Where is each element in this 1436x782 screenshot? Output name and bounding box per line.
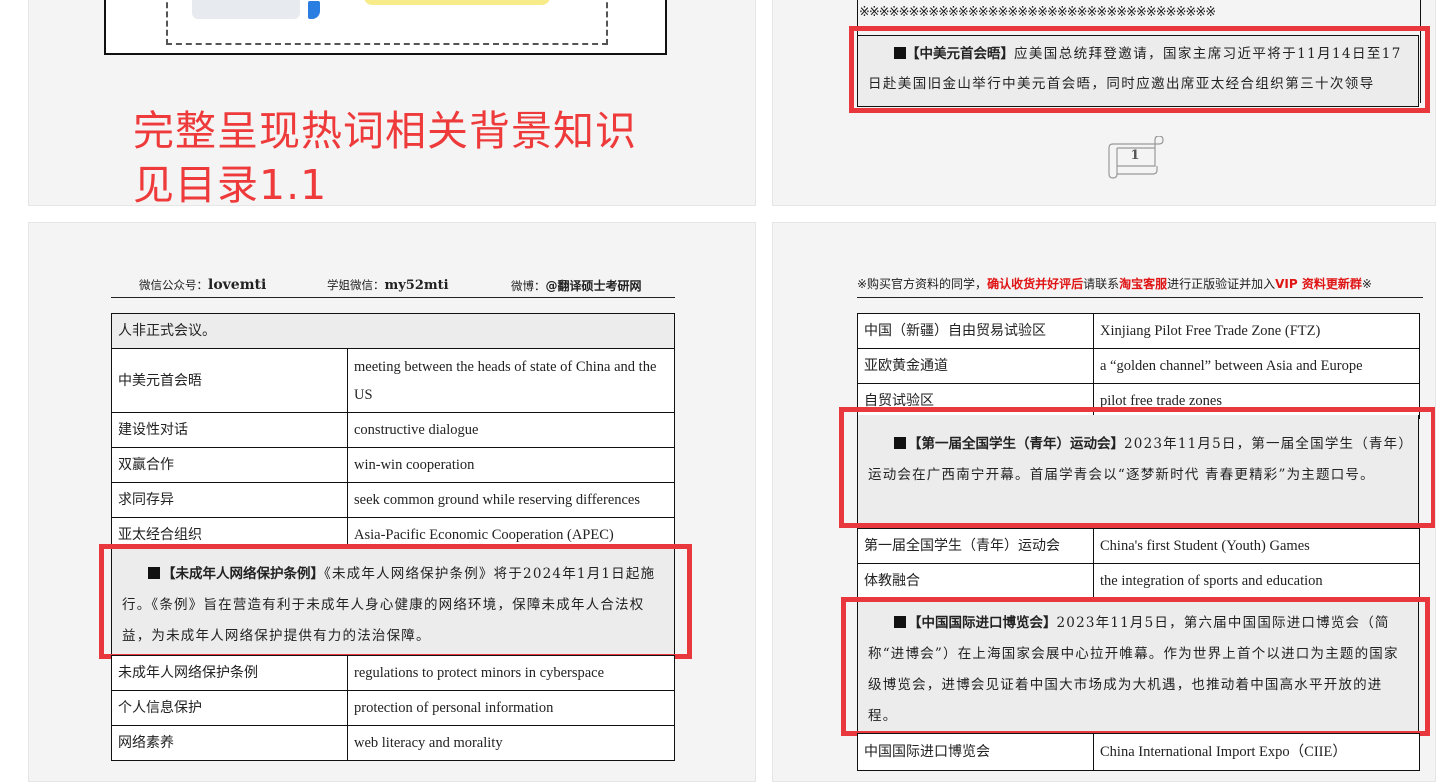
en-term-cell: the integration of sports and education [1093, 563, 1420, 599]
page-bottom-left: 微信公众号：lovemti 学姐微信：my52mti 微博：@翻译硕士考研网 人… [28, 222, 756, 782]
en-term-cell: China's first Student (Youth) Games [1093, 528, 1420, 564]
weibo-label: 微博： [511, 279, 546, 293]
notice-text: 请联系 [1083, 277, 1120, 291]
background-knowledge-note: 完整呈现热词相关背景知识 见目录1.1 [133, 104, 693, 206]
cn-term-cell: 亚欧黄金通道 [857, 348, 1094, 384]
highlight-box [841, 597, 1430, 736]
page-header: 微信公众号：lovemti 学姐微信：my52mti 微博：@翻译硕士考研网 [111, 275, 675, 298]
lead-cell: 人非正式会议。 [111, 313, 675, 349]
cn-term-cell: 求同存异 [111, 482, 348, 518]
en-term-cell: web literacy and morality [347, 725, 675, 761]
cn-term-cell: 第一届全国学生（青年）运动会 [857, 528, 1094, 564]
table-row: 个人信息保护 protection of personal informatio… [111, 690, 675, 726]
en-term-cell: constructive dialogue [347, 412, 675, 448]
en-term-cell: seek common ground while reserving diffe… [347, 482, 675, 518]
table-row: 第一届全国学生（青年）运动会 China's first Student (Yo… [857, 528, 1420, 564]
notice-text: ※ [1361, 277, 1372, 291]
page-bottom-right: ※购买官方资料的同学，确认收货并好评后请联系淘宝客服进行正版验证并加入VIP 资… [772, 222, 1436, 782]
table-row: 亚欧黄金通道 a “golden channel” between Asia a… [857, 348, 1420, 384]
promo-search-button[interactable] [364, 0, 550, 5]
en-term-cell: regulations to protect minors in cybersp… [347, 655, 675, 691]
wechat-value: lovemti [208, 277, 267, 293]
page-number-scroll: 1 [1105, 135, 1165, 180]
glossary-table-c: 中国国际进口博览会 China International Import Exp… [857, 733, 1420, 771]
senior-wechat-label: 学姐微信： [327, 278, 385, 292]
page-number: 1 [1130, 148, 1140, 163]
cn-term-cell: 中国国际进口博览会 [857, 733, 1094, 771]
promo-dashed-frame [166, 0, 608, 45]
table-row: 建设性对话 constructive dialogue [111, 412, 675, 448]
glossary-table-a: 人非正式会议。 中美元首会晤 meeting between the heads… [111, 313, 675, 553]
promo-banner [104, 0, 667, 55]
en-term-cell: protection of personal information [347, 690, 675, 726]
table-row: 求同存异 seek common ground while reserving … [111, 482, 675, 518]
table-row: 中国国际进口博览会 China International Import Exp… [857, 733, 1420, 771]
page-top-left: 完整呈现热词相关背景知识 见目录1.1 [28, 0, 756, 206]
en-term-cell: meeting between the heads of state of Ch… [347, 348, 675, 413]
note-line: 见目录1.1 [133, 161, 328, 206]
cn-term-cell: 个人信息保护 [111, 690, 348, 726]
cn-term-cell: 未成年人网络保护条例 [111, 655, 348, 691]
cn-term-cell: 双赢合作 [111, 447, 348, 483]
notice-highlight: VIP 资料更新群 [1275, 277, 1362, 291]
cn-term-cell: 网络素养 [111, 725, 348, 761]
wechat-label: 微信公众号： [139, 278, 208, 292]
notice-text: 进行正版验证并加入 [1167, 277, 1276, 291]
en-term-cell: win-win cooperation [347, 447, 675, 483]
glossary-table-a: 中国（新疆）自由贸易试验区 Xinjiang Pilot Free Trade … [857, 313, 1420, 419]
table-row: 网络素养 web literacy and morality [111, 725, 675, 761]
weibo-value: @翻译硕士考研网 [545, 279, 642, 293]
en-term-cell: Xinjiang Pilot Free Trade Zone (FTZ) [1093, 313, 1420, 349]
en-term-cell: a “golden channel” between Asia and Euro… [1093, 348, 1420, 384]
cn-term-cell: 中国（新疆）自由贸易试验区 [857, 313, 1094, 349]
notice-highlight: 淘宝客服 [1119, 277, 1168, 291]
purchase-notice: ※购买官方资料的同学，确认收货并好评后请联系淘宝客服进行正版验证并加入VIP 资… [857, 275, 1423, 298]
promo-image [192, 0, 300, 19]
table-row: 双赢合作 win-win cooperation [111, 447, 675, 483]
table-row: 人非正式会议。 [111, 313, 675, 349]
note-line: 完整呈现热词相关背景知识 [133, 107, 637, 155]
table-row: 中国（新疆）自由贸易试验区 Xinjiang Pilot Free Trade … [857, 313, 1420, 349]
cn-term-cell: 建设性对话 [111, 412, 348, 448]
en-term-cell: China International Import Expo（CIIE） [1093, 733, 1420, 771]
highlight-box [839, 407, 1435, 528]
highlight-box [99, 544, 692, 659]
glossary-table-b: 未成年人网络保护条例 regulations to protect minors… [111, 655, 675, 761]
notice-highlight: 确认收货并好评后 [987, 277, 1084, 291]
symbol-divider: ※※※※※※※※※※※※※※※※※※※※※※※※※※※※※※※※※※※※ [859, 5, 1216, 20]
page-top-right: ※※※※※※※※※※※※※※※※※※※※※※※※※※※※※※※※※※※※ 【中美… [772, 0, 1436, 206]
cn-term-cell: 体教融合 [857, 563, 1094, 599]
highlight-box [849, 26, 1430, 113]
bookmark-icon [308, 1, 320, 19]
senior-wechat-value: my52mti [384, 278, 449, 293]
cn-term-cell: 中美元首会晤 [111, 348, 348, 413]
table-row: 体教融合 the integration of sports and educa… [857, 563, 1420, 599]
glossary-table-b: 第一届全国学生（青年）运动会 China's first Student (Yo… [857, 528, 1420, 599]
table-row: 未成年人网络保护条例 regulations to protect minors… [111, 655, 675, 691]
notice-text: ※购买官方资料的同学， [857, 277, 988, 291]
table-row: 中美元首会晤 meeting between the heads of stat… [111, 348, 675, 413]
